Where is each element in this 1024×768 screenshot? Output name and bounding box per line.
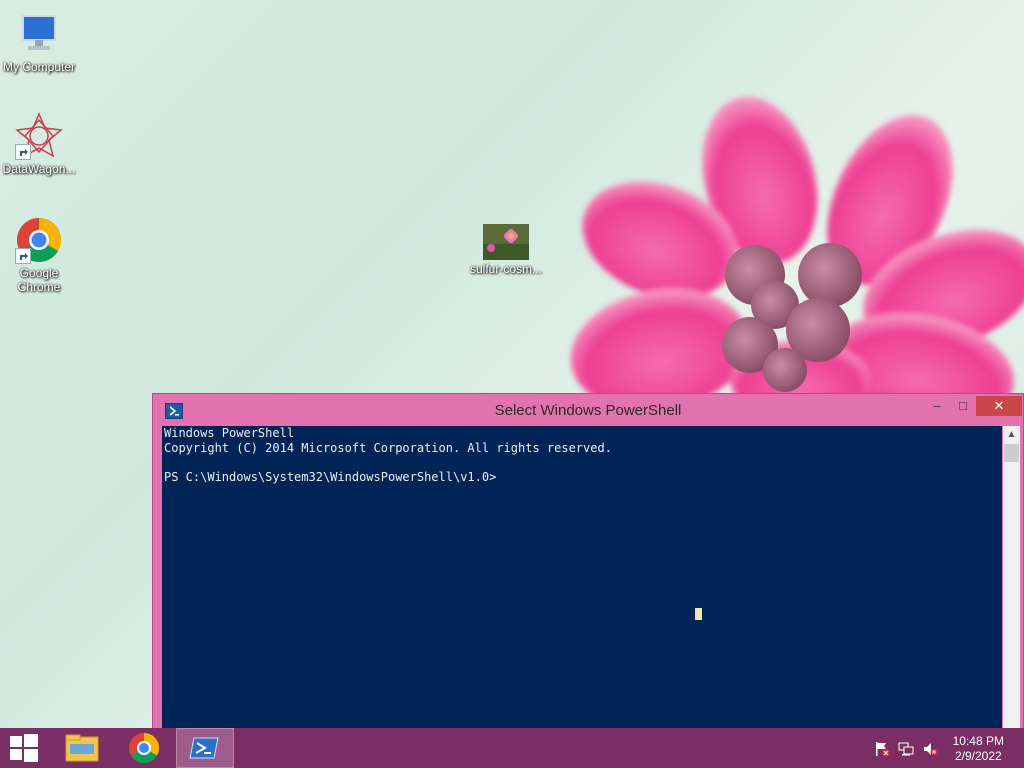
chrome-icon	[15, 216, 63, 264]
scroll-up-arrow-icon[interactable]: ▲	[1003, 426, 1020, 443]
shortcut-arrow-icon	[15, 248, 31, 264]
desktop-icon-my-computer[interactable]: My Computer	[0, 10, 78, 74]
scroll-thumb[interactable]	[1004, 444, 1019, 462]
maximize-button[interactable]: □	[949, 396, 977, 416]
taskbar-chrome[interactable]	[122, 728, 166, 768]
computer-icon	[15, 10, 63, 58]
vertical-scrollbar[interactable]: ▲	[1003, 426, 1020, 732]
console-line: Windows PowerShell	[164, 426, 295, 440]
powershell-window[interactable]: Select Windows PowerShell – □ ✕ Windows …	[152, 393, 1024, 735]
volume-muted-icon[interactable]	[922, 741, 938, 757]
desktop-icon-label: My Computer	[2, 60, 76, 74]
desktop-icon-label: sulfur-cosm...	[469, 262, 542, 276]
text-cursor	[695, 608, 702, 620]
console-line: Copyright (C) 2014 Microsoft Corporation…	[164, 440, 612, 455]
clock-time: 10:48 PM	[952, 734, 1004, 748]
window-titlebar[interactable]: Select Windows PowerShell – □ ✕	[153, 394, 1023, 426]
console-line	[162, 455, 1002, 470]
window-title: Select Windows PowerShell	[494, 402, 682, 419]
minimize-button[interactable]: –	[923, 396, 951, 416]
start-button[interactable]	[0, 728, 48, 768]
clock-date: 2/9/2022	[954, 749, 1002, 763]
file-explorer-icon	[65, 734, 99, 762]
console-output[interactable]: Windows PowerShell Copyright (C) 2014 Mi…	[162, 426, 1002, 732]
taskbar-powershell[interactable]	[176, 728, 234, 768]
desktop-icon-sulfur-cosmos-image[interactable]: sulfur-cosm...	[467, 224, 545, 276]
chrome-icon	[129, 733, 160, 764]
close-button[interactable]: ✕	[976, 396, 1022, 416]
powershell-icon	[189, 737, 219, 759]
image-thumbnail-icon	[483, 224, 529, 260]
network-icon[interactable]	[898, 741, 914, 757]
console-prompt: PS C:\Windows\System32\WindowsPowerShell…	[164, 469, 497, 484]
desktop-icon-label: DataWagon...	[2, 162, 76, 176]
taskbar-clock[interactable]: 10:48 PM 2/9/2022	[953, 734, 1004, 764]
desktop-icon-label: Google Chrome	[17, 266, 61, 294]
action-center-flag-icon[interactable]	[874, 741, 890, 757]
taskbar: 10:48 PM 2/9/2022	[0, 728, 1024, 768]
desktop-icon-datawagon[interactable]: DataWagon...	[0, 112, 78, 176]
start-icon	[10, 734, 38, 762]
datawagon-icon	[15, 112, 63, 160]
shortcut-arrow-icon	[15, 144, 31, 160]
taskbar-file-explorer[interactable]	[60, 728, 104, 768]
desktop-icon-google-chrome[interactable]: Google Chrome	[0, 216, 78, 294]
